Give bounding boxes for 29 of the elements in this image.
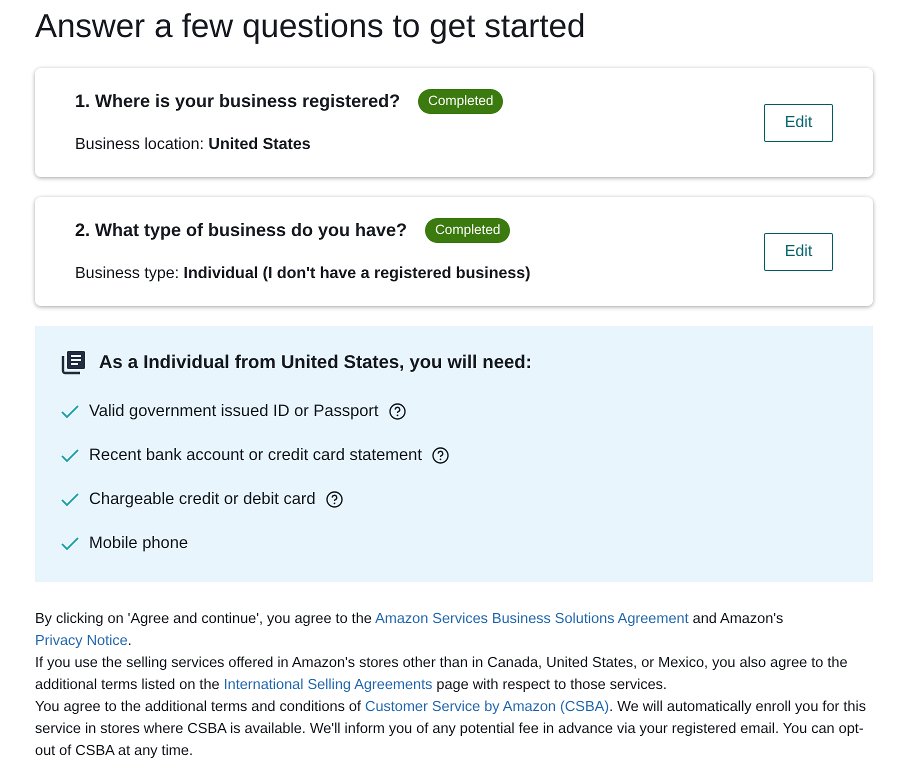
status-badge: Completed bbox=[418, 89, 504, 114]
requirements-title: As a Individual from United States, you will need: bbox=[99, 350, 532, 374]
edit-button[interactable]: Edit bbox=[764, 104, 833, 142]
document-list-icon bbox=[61, 348, 87, 375]
help-icon[interactable] bbox=[388, 403, 406, 420]
page-heading: Answer a few questions to get started bbox=[35, 6, 586, 46]
legal-paragraph: You agree to the additional terms and conditions of Customer Service by Amazon (CSBA). We will automatically enroll you for this service in stores where CSBA is available. We'll inform you of any potential fee in advance via your registered email. You can opt-out of CSBA at any time. bbox=[35, 698, 867, 761]
agreement-link[interactable]: Customer Service by Amazon (CSBA) bbox=[364, 699, 610, 715]
status-badge: Completed bbox=[425, 218, 510, 243]
agreement-link[interactable]: Privacy Notice bbox=[35, 633, 128, 649]
question-title: 1. Where is your business registered? bbox=[75, 90, 400, 113]
check-icon bbox=[61, 448, 79, 463]
legal-paragraph: If you use the selling services offered in Amazon's stores other than in Canada, United States, or Mexico, you also agree to the additional terms listed on the International Selling Agreements page with respect to those services. bbox=[35, 654, 849, 695]
agreement-link[interactable]: International Selling Agreements bbox=[224, 677, 432, 693]
legal-paragraph: By clicking on 'Agree and continue', you agree to the Amazon Services Business Solutions Agreement and Amazon's Privacy Notice. bbox=[35, 610, 784, 651]
question-title: 2. What type of business do you have? bbox=[75, 219, 408, 242]
requirement-text: Recent bank account or credit card statement bbox=[89, 445, 422, 466]
check-icon bbox=[61, 492, 79, 507]
edit-button[interactable]: Edit bbox=[764, 232, 833, 270]
answer-text: Business location: United States bbox=[75, 135, 312, 155]
requirement-text: Valid government issued ID or Passport bbox=[89, 401, 378, 422]
check-icon bbox=[61, 536, 79, 551]
help-icon[interactable] bbox=[326, 491, 343, 508]
check-icon bbox=[61, 404, 79, 419]
requirement-text: Mobile phone bbox=[89, 533, 188, 554]
agreement-link[interactable]: Amazon Services Business Solutions Agreement bbox=[375, 611, 689, 627]
answer-text: Business type: Individual (I don't have a registered business) bbox=[75, 264, 530, 284]
help-icon[interactable] bbox=[432, 447, 449, 464]
requirement-text: Chargeable credit or debit card bbox=[89, 489, 316, 510]
